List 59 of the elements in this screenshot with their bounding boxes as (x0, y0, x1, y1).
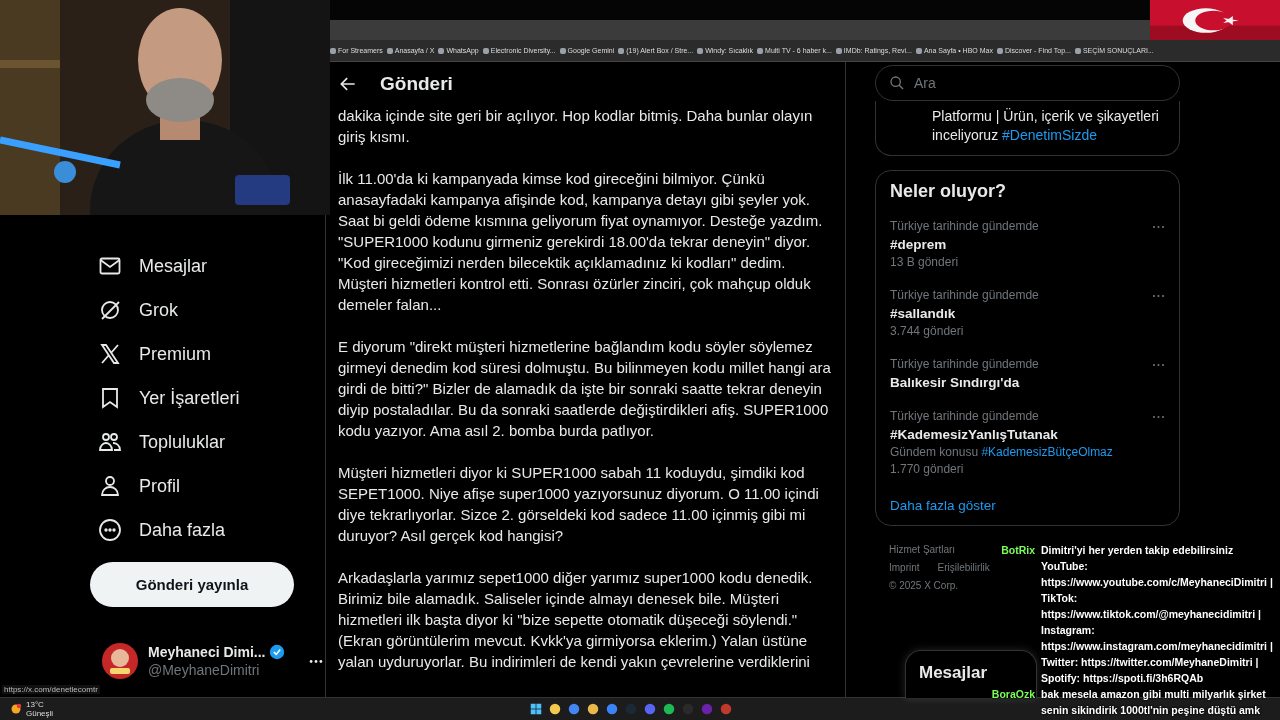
slashed-circle-icon (98, 298, 122, 322)
drawer-title: Mesajlar (919, 663, 988, 682)
show-more-link[interactable]: Daha fazla göster (890, 498, 1165, 513)
more-icon[interactable] (309, 658, 324, 664)
app-icon[interactable] (568, 703, 580, 715)
nav-item[interactable]: Daha fazla (98, 508, 325, 552)
people-icon (98, 430, 122, 454)
search-icon (889, 75, 905, 91)
account-name: Meyhaneci Dimi... (148, 644, 266, 660)
trend-context: Türkiye tarihinde gündemde (890, 356, 1039, 373)
app-icon[interactable] (663, 703, 675, 715)
app-icon[interactable] (606, 703, 618, 715)
weather-icon[interactable] (10, 703, 22, 715)
footer-link[interactable]: Imprint (889, 562, 920, 573)
avatar-icon[interactable] (100, 641, 140, 681)
footer-link[interactable]: Hizmet Şartları (889, 544, 956, 555)
trend-title[interactable]: Balıkesir Sındırgı'da (890, 373, 1165, 392)
nav-item[interactable]: Mesajlar (98, 244, 325, 288)
chat-message: bak mesela amazon gibi multi milyarlık şirket senin sikindirik 1000tl'nin peşine düştü amk (1041, 687, 1267, 718)
footer-link[interactable]: Erişilebilirlik (937, 562, 990, 573)
copyright-text: © 2025 X Corp. (889, 580, 959, 591)
bio-text: Platformu | Ürün, içerik ve şikayetleri inceliyoruz #DenetimSizde (932, 107, 1160, 145)
post-paragraph: E diyorum "direkt müşteri hizmetlerine bağlandım kodu söyler söylemez girmeyi denedim kod süresi dolmuştu. Bu bilinmeyen kodu millet hangi ara girdi de bitti?" Bizler de alamadık da işte bir sonraki saatte tekrar deneyin diyip postaladılar. Bu da sonraki saatlerde değiştirdikleri afiş. SUPER1000 kodu yazıyor. Ama asıl 2. bomba burda patlıyor. (338, 337, 832, 441)
person-icon (98, 474, 122, 498)
chat-username: BotRix (1000, 543, 1035, 558)
nav-item[interactable]: Grok (98, 288, 325, 332)
weather-text: Güneşli (26, 709, 54, 718)
more-icon (98, 518, 122, 542)
page-title: Gönderi (380, 72, 453, 95)
post-paragraph: Müşteri hizmetleri diyor ki SUPER1000 sabah 11 koduydu, şimdiki kod SEPET1000. Niye afişe super1000 yazıyorsunuz diyorum. O 11.00 içindi diye tekrarlıyorlar. Sizce 2. görseldeki kod sadece 11.00 içinmiş gibi mi duruyor? Asıl gerçek kod hangisi? (338, 463, 820, 546)
post-count: 13 B gönderi (890, 254, 960, 271)
hashtag-link[interactable]: #DenetimSizde (1002, 127, 1097, 143)
trend-title[interactable]: #sallandık (890, 304, 1165, 323)
post-paragraph: Arkadaşlarla yarımız sepet1000 diğer yarımız super1000 kodu denedik. Birimiz bile alamadık. Saliseler içinde almayı denesek bile. Müşteri hizmetleri ilk başta diyor ki "bize sepette otomatik düşeceği söylendi." (Ekran görüntülerim mevcut. Kvkk'ya girmiyorsa eklerim.) Yalan üstüne yalan uyduruyorlar. Bu indirimleri de kendi yakın çevrelerine verdiklerini (338, 568, 814, 672)
status-url: https://x.com/denetlecomtr (2, 685, 100, 694)
windows-icon[interactable] (530, 703, 542, 715)
x-icon (98, 342, 122, 366)
trend-title[interactable]: #KademesizYanlışTutanak (890, 425, 1165, 444)
post-button[interactable]: Gönderi yayınla (90, 562, 294, 607)
trend-context: Türkiye tarihinde gündemde (890, 408, 1039, 425)
nav-item[interactable]: Topluluklar (98, 420, 325, 464)
post-count: 1.770 gönderi (890, 461, 965, 478)
topic-label: Gündem konusu (890, 445, 979, 459)
hashtag-link[interactable]: #KademesizBütçeOlmaz (981, 445, 1113, 459)
trend-title[interactable]: #deprem (890, 235, 1165, 254)
search-field[interactable]: Ara (875, 65, 1180, 101)
post-paragraph: İlk 11.00'da ki kampanyada kimse kod gireceğini bilmiyor. Çünkü anasayfadaki kampanya afişinde kod, kampanya detayı gibi şeyler yok. Saat bi geldi ödeme kısmına geliyorum fiyat oynamıyor. Desteğe yazdım. "SUPER1000 kodunu girmeniz gerekirdi 18.00'da tekrar deneyin" diyor. "Kod gireceğimizi nerden bilecektik açıklamadınız ki kodları" dedim. Müşteri hizmetleri kontrol etti. Sonrası özürler zinciri, çok mahçup olduk demeler falan... (338, 169, 824, 315)
trend-context: Türkiye tarihinde gündemde (890, 287, 1039, 304)
app-icon[interactable] (549, 703, 561, 715)
nav-item[interactable]: Premium (98, 332, 325, 376)
nav-item[interactable]: Yer İşaretleri (98, 376, 325, 420)
trend-context: Türkiye tarihinde gündemde (890, 218, 1039, 235)
nav-item[interactable]: Profil (98, 464, 325, 508)
section-title: Neler oluyor? (890, 181, 1008, 202)
temperature-text: 13°C (26, 700, 45, 709)
account-handle: @MeyhaneDimitri (148, 662, 261, 678)
post-paragraph: dakika içinde site geri bir açılıyor. Hop kodlar bitmiş. Daha bunlar olayın giriş kısmı. (338, 106, 814, 147)
post-count: 3.744 gönderi (890, 323, 965, 340)
app-icon[interactable] (587, 703, 599, 715)
